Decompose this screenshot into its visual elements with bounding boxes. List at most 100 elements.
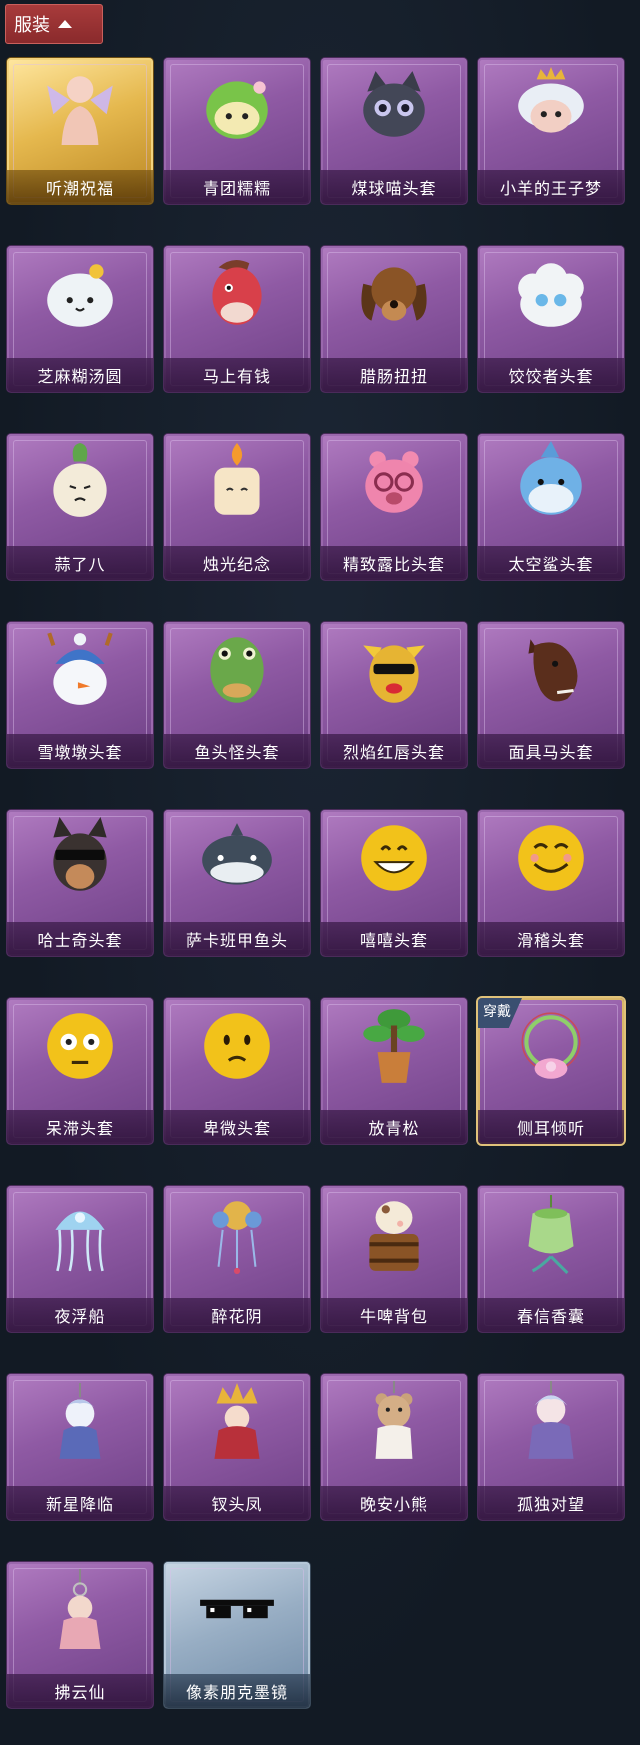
cloud-fairy-charm-icon: [59, 1569, 101, 1649]
item-card[interactable]: 烛光纪念: [164, 434, 310, 580]
star-charm-icon: [59, 1383, 101, 1459]
item-card[interactable]: 青团糯糯: [164, 58, 310, 204]
jellyfish-ornament-icon: [55, 1211, 105, 1272]
item-card[interactable]: 孤独对望: [478, 1374, 624, 1520]
item-label: 拂云仙: [54, 1683, 106, 1702]
item-label: 侧耳倾听: [516, 1119, 585, 1138]
red-horse-head-icon: [212, 259, 262, 325]
rice-ball-head-icon: [47, 264, 113, 327]
item-card[interactable]: 饺饺者头套: [478, 246, 624, 392]
item-card[interactable]: 新星降临: [7, 1374, 153, 1520]
cow-barrel-backpack-icon: [369, 1201, 419, 1271]
item-card[interactable]: 牛啤背包: [321, 1186, 467, 1332]
item-label: 孤独对望: [516, 1495, 585, 1514]
pink-beaver-head-icon: [365, 451, 423, 513]
potted-pine-icon: [363, 1009, 425, 1083]
item-label: 听潮祝福: [45, 179, 114, 198]
pixel-sunglasses-icon: [200, 1599, 274, 1619]
item-card[interactable]: 钗头凤: [164, 1374, 310, 1520]
item-label: 芝麻糊汤圆: [37, 367, 123, 386]
item-label: 春信香囊: [516, 1307, 585, 1326]
grin-emoji-head-icon: [361, 825, 427, 891]
item-card[interactable]: 芝麻糊汤圆: [7, 246, 153, 392]
item-card[interactable]: 夜浮船: [7, 1186, 153, 1332]
item-label: 新星降临: [45, 1495, 114, 1514]
item-label: 醉花阴: [211, 1307, 263, 1326]
item-label: 晚安小熊: [359, 1495, 428, 1514]
item-card[interactable]: 精致露比头套: [321, 434, 467, 580]
item-card[interactable]: 萨卡班甲鱼头: [164, 810, 310, 956]
item-label: 萨卡班甲鱼头: [185, 931, 288, 950]
item-label: 嘻嘻头套: [359, 931, 428, 950]
chevron-up-icon: [58, 20, 72, 28]
yellow-mask-head-icon: [363, 645, 425, 703]
lonely-gaze-charm-icon: [528, 1381, 574, 1459]
item-label: 马上有钱: [202, 367, 271, 386]
garlic-head-icon: [53, 443, 107, 517]
dumpling-cloud-head-icon: [518, 263, 584, 327]
angel-figure-icon: [47, 76, 113, 145]
item-label: 精致露比头套: [342, 555, 445, 574]
item-card[interactable]: 蒜了八: [7, 434, 153, 580]
candle-head-icon: [214, 443, 260, 515]
sheep-crown-head-icon: [518, 67, 584, 133]
green-dumpling-head-icon: [206, 81, 268, 139]
item-card[interactable]: 呆滞头套: [7, 998, 153, 1144]
item-label: 钗头凤: [211, 1495, 263, 1514]
item-label: 蒜了八: [54, 555, 106, 574]
phoenix-crown-charm-icon: [214, 1383, 260, 1459]
item-card[interactable]: 小羊的王子梦: [478, 58, 624, 204]
item-label: 煤球喵头套: [351, 179, 437, 198]
husky-sunglasses-head-icon: [53, 817, 107, 891]
item-card[interactable]: 鱼头怪头套: [164, 622, 310, 768]
item-label: 像素朋克墨镜: [185, 1683, 288, 1702]
item-card[interactable]: 面具马头套: [478, 622, 624, 768]
smirk-emoji-head-icon: [518, 825, 584, 891]
bear-charm-icon: [375, 1381, 413, 1459]
item-label: 鱼头怪头套: [194, 743, 280, 762]
item-label: 烛光纪念: [202, 555, 271, 574]
item-label: 放青松: [368, 1119, 420, 1138]
item-label: 面具马头套: [508, 743, 594, 762]
black-cat-head-icon: [363, 71, 425, 137]
space-shark-head-icon: [520, 441, 582, 515]
item-label: 卑微头套: [202, 1119, 271, 1138]
item-card[interactable]: 马上有钱: [164, 246, 310, 392]
item-label: 雪墩墩头套: [37, 743, 123, 762]
snowman-head-icon: [47, 632, 113, 705]
item-card[interactable]: 腊肠扭扭: [321, 246, 467, 392]
item-label: 太空鲨头套: [508, 555, 594, 574]
item-card[interactable]: 哈士奇头套: [7, 810, 153, 956]
item-label: 牛啤背包: [359, 1307, 428, 1326]
item-card[interactable]: 听潮祝福: [7, 58, 153, 204]
item-label: 哈士奇头套: [37, 931, 123, 950]
category-title: 服装: [14, 15, 50, 36]
item-card[interactable]: 像素朋克墨镜: [164, 1562, 310, 1708]
item-label: 烈焰红唇头套: [342, 743, 445, 762]
item-card[interactable]: 卑微头套: [164, 998, 310, 1144]
item-card[interactable]: 拂云仙: [7, 1562, 153, 1708]
green-sachet-icon: [528, 1195, 574, 1275]
stare-emoji-head-icon: [47, 1013, 113, 1079]
horse-mask-head-icon: [528, 639, 578, 702]
item-label: 小羊的王子梦: [499, 179, 602, 198]
round-fish-head-icon: [202, 823, 272, 885]
item-card[interactable]: 晚安小熊: [321, 1374, 467, 1520]
item-card[interactable]: 雪墩墩头套: [7, 622, 153, 768]
item-label: 饺饺者头套: [508, 367, 594, 386]
costume-panel: 服装 听潮祝福 青团糯糯 煤球喵头套 小羊的王子梦 芝麻糊汤圆 马上有钱 腊肠扭…: [0, 0, 640, 1745]
item-label: 滑稽头套: [516, 931, 585, 950]
costume-category-toggle[interactable]: 服装: [5, 4, 103, 44]
item-card[interactable]: 太空鲨头套: [478, 434, 624, 580]
item-card[interactable]: 烈焰红唇头套: [321, 622, 467, 768]
item-card[interactable]: 煤球喵头套: [321, 58, 467, 204]
item-card-equipped[interactable]: 穿戴 侧耳倾听: [478, 998, 624, 1144]
fish-head-icon: [210, 637, 264, 703]
flower-wreath-icon: [521, 1012, 581, 1079]
item-card[interactable]: 嘻嘻头套: [321, 810, 467, 956]
item-card[interactable]: 放青松: [321, 998, 467, 1144]
item-card[interactable]: 醉花阴: [164, 1186, 310, 1332]
item-label: 腊肠扭扭: [359, 367, 428, 386]
item-card[interactable]: 滑稽头套: [478, 810, 624, 956]
item-card[interactable]: 春信香囊: [478, 1186, 624, 1332]
